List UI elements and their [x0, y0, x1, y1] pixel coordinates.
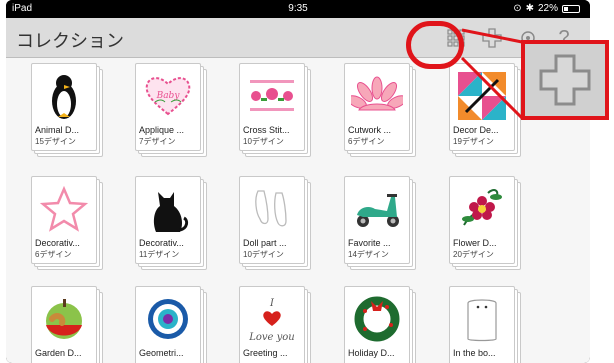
- collection-grid: Animal D... 15デザイン Baby Applique ... 7デザイン Cr…: [6, 58, 590, 363]
- bag-icon: [453, 292, 511, 346]
- collection-card[interactable]: Cross Stit... 10デザイン: [239, 63, 311, 157]
- collection-name: Greeting ...: [243, 348, 288, 358]
- ipad-screen: iPad 9:35 ⊙ ✱ 22% コレクション ? Animal D... 1…: [6, 0, 590, 363]
- collection-name: Applique ...: [139, 125, 185, 135]
- collection-name: Holiday D...: [348, 348, 395, 358]
- collection-count: 6デザイン: [348, 137, 385, 146]
- collection-name: Doll part ...: [243, 238, 287, 248]
- greeting-text-bottom: Love you: [248, 332, 295, 343]
- collection-count: 7デザイン: [139, 137, 176, 146]
- collection-card[interactable]: Geometri...: [135, 286, 207, 363]
- rotation-lock-icon: ⊙: [513, 3, 522, 14]
- collection-card[interactable]: Favorite ... 14デザイン: [344, 176, 416, 270]
- collection-count: 10デザイン: [243, 137, 284, 146]
- battery-percent: 22%: [537, 3, 558, 14]
- status-bar: iPad 9:35 ⊙ ✱ 22%: [6, 0, 590, 18]
- collection-card[interactable]: Decorativ... 11デザイン: [135, 176, 207, 270]
- cutwork-fan-icon: [348, 69, 406, 123]
- collection-card[interactable]: Garden D...: [31, 286, 103, 363]
- doll-parts-icon: [243, 182, 301, 236]
- collection-count: 15デザイン: [35, 137, 76, 146]
- collection-card[interactable]: Cutwork ... 6デザイン: [344, 63, 416, 157]
- collection-name: Cutwork ...: [348, 125, 392, 135]
- quilt-block-icon: [453, 69, 511, 123]
- collection-card[interactable]: Baby Applique ... 7デザイン: [135, 63, 207, 157]
- collection-name: Animal D...: [35, 125, 80, 135]
- scooter-icon: [348, 182, 406, 236]
- bluetooth-icon: ✱: [525, 3, 534, 14]
- collection-name: Decorativ...: [35, 238, 80, 248]
- penguin-icon: [35, 69, 93, 123]
- collection-count: 10デザイン: [243, 250, 284, 259]
- collection-card[interactable]: Doll part ... 10デザイン: [239, 176, 311, 270]
- status-indicators: ⊙ ✱ 22%: [513, 3, 580, 14]
- collection-card[interactable]: Decor De... 19デザイン: [449, 63, 521, 157]
- star-outline-icon: [35, 182, 93, 236]
- collection-count: 11デザイン: [139, 250, 180, 259]
- collection-name: Garden D...: [35, 348, 82, 358]
- collection-card[interactable]: Decorativ... 6デザイン: [31, 176, 103, 270]
- add-icon[interactable]: [480, 26, 504, 50]
- collection-count: 6デザイン: [35, 250, 72, 259]
- cross-stitch-floral-icon: [243, 69, 301, 123]
- collection-name: Favorite ...: [348, 238, 391, 248]
- greeting-text-top: I: [269, 298, 275, 309]
- flower-icon: [453, 182, 511, 236]
- love-you-card-icon: I Love you: [243, 292, 301, 346]
- battery-icon: [562, 4, 580, 13]
- collection-count: 14デザイン: [348, 250, 389, 259]
- collection-card[interactable]: I Love you Greeting ...: [239, 286, 311, 363]
- collection-name: Flower D...: [453, 238, 497, 248]
- collection-name: Decor De...: [453, 125, 499, 135]
- wreath-icon: [348, 292, 406, 346]
- collection-name: Decorativ...: [139, 238, 184, 248]
- collection-card[interactable]: In the bo...: [449, 286, 521, 363]
- collection-card[interactable]: Flower D... 20デザイン: [449, 176, 521, 270]
- apple-worm-icon: [35, 292, 93, 346]
- collection-name: In the bo...: [453, 348, 496, 358]
- page-title: コレクション: [16, 31, 124, 51]
- status-time: 9:35: [288, 3, 308, 14]
- highlight-circle: [406, 21, 464, 69]
- add-icon-zoomed: [539, 54, 591, 106]
- collection-name: Geometri...: [139, 348, 184, 358]
- collection-count: 20デザイン: [453, 250, 494, 259]
- nav-bar: コレクション ?: [6, 18, 590, 58]
- black-cat-icon: [139, 182, 197, 236]
- collection-name: Cross Stit...: [243, 125, 290, 135]
- collection-count: 19デザイン: [453, 137, 494, 146]
- collection-card[interactable]: Animal D... 15デザイン: [31, 63, 103, 157]
- heart-baby-icon: Baby: [139, 69, 197, 123]
- zoomed-add-icon-callout: [521, 40, 609, 120]
- geometric-circle-icon: [139, 292, 197, 346]
- collection-card[interactable]: Holiday D...: [344, 286, 416, 363]
